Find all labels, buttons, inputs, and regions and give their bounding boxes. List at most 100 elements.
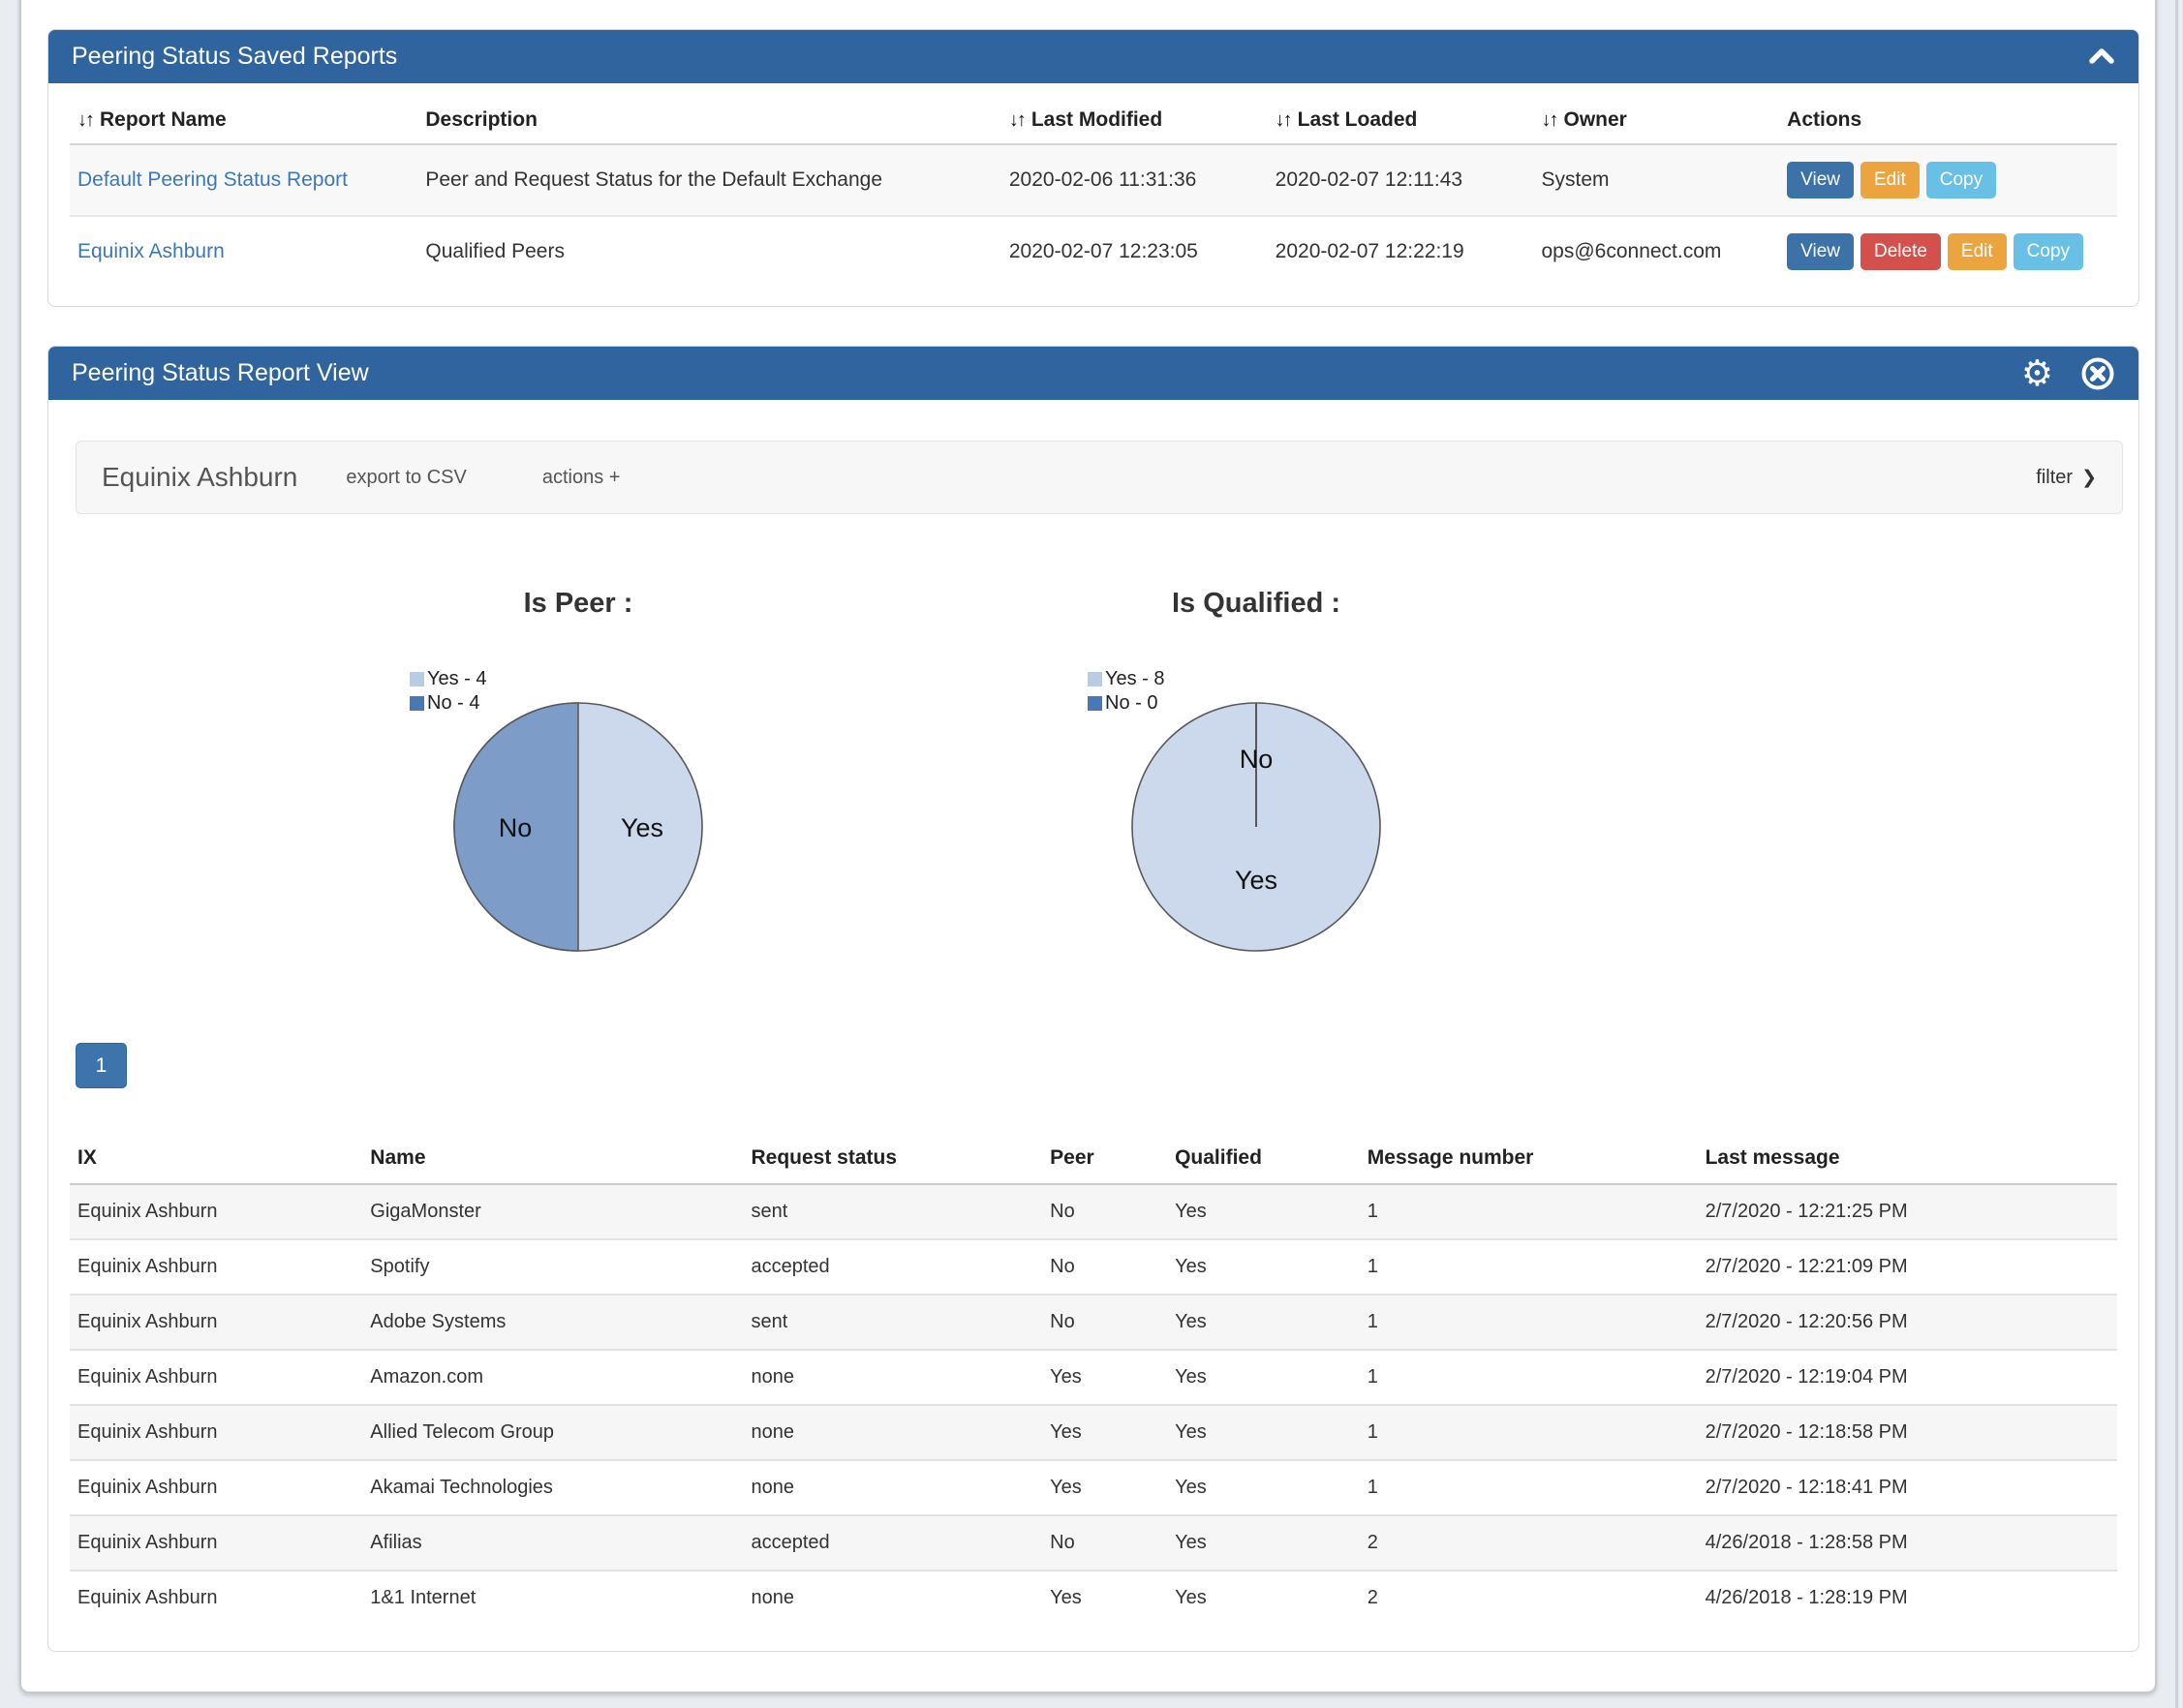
legend-item: Yes - 8	[1088, 667, 1165, 691]
column-header-last-modified[interactable]: ↓↑Last Modified	[1001, 93, 1268, 144]
cell-request-status: none	[744, 1405, 1043, 1460]
cell-ix: Equinix Ashburn	[70, 1460, 362, 1515]
column-label: Description	[425, 108, 538, 131]
column-header-peer: Peer	[1042, 1135, 1167, 1184]
column-header-qualified: Qualified	[1167, 1135, 1360, 1184]
filter-label: filter	[2036, 467, 2073, 489]
column-header-message-number: Message number	[1360, 1135, 1698, 1184]
column-header-last-loaded[interactable]: ↓↑ Last Loaded	[1268, 93, 1534, 144]
cell-message-number: 1	[1360, 1184, 1698, 1239]
view-button[interactable]: View	[1787, 233, 1854, 270]
cell-owner: ops@6connect.com	[1533, 216, 1779, 287]
filter-toggle[interactable]: filter ❯	[2036, 467, 2097, 489]
actions-menu-link[interactable]: actions +	[542, 467, 621, 489]
report-view-title: Peering Status Report View	[72, 359, 1994, 387]
cell-name: Adobe Systems	[362, 1295, 743, 1350]
cell-request-status: sent	[744, 1184, 1043, 1239]
legend-swatch	[410, 696, 424, 711]
cell-request-status: none	[744, 1350, 1043, 1405]
chart-title: Is Peer :	[239, 588, 917, 620]
sort-icon: ↓↑	[1541, 109, 1556, 131]
report-name-link[interactable]: Equinix Ashburn	[77, 240, 225, 262]
table-row: Equinix AshburnAmazon.comnoneYesYes12/7/…	[70, 1350, 2117, 1405]
column-label: Actions	[1787, 108, 1861, 131]
report-name-link[interactable]: Default Peering Status Report	[77, 168, 348, 191]
cell-owner: System	[1533, 144, 1779, 216]
table-row: Equinix AshburnGigaMonstersentNoYes12/7/…	[70, 1184, 2117, 1239]
cell-last-message: 2/7/2020 - 12:21:09 PM	[1698, 1239, 2117, 1295]
cell-peer: Yes	[1042, 1350, 1167, 1405]
gear-icon[interactable]: ⚙	[2021, 355, 2053, 391]
column-header-owner[interactable]: ↓↑ Owner	[1533, 93, 1779, 144]
cell-message-number: 2	[1360, 1571, 1698, 1625]
cell-message-number: 1	[1360, 1460, 1698, 1515]
cell-last-message: 2/7/2020 - 12:19:04 PM	[1698, 1350, 2117, 1405]
copy-button[interactable]: Copy	[1926, 162, 1996, 198]
table-row: Equinix AshburnAdobe SystemssentNoYes12/…	[70, 1295, 2117, 1350]
collapse-chevron-up-icon[interactable]	[2088, 47, 2115, 66]
close-circle-icon[interactable]	[2080, 356, 2115, 391]
cell-ix: Equinix Ashburn	[70, 1405, 362, 1460]
is-peer-chart: Is Peer : Yes - 4No - 4 NoYes	[239, 588, 917, 1043]
cell-ix: Equinix Ashburn	[70, 1571, 362, 1625]
report-view-header: Peering Status Report View ⚙	[48, 347, 2138, 400]
column-header-actions: Actions	[1779, 93, 2117, 144]
legend-swatch	[1088, 696, 1102, 711]
column-header-report-name[interactable]: ↓↑Report Name	[70, 93, 417, 144]
column-header-description: Description	[417, 93, 1000, 144]
cell-name: Allied Telecom Group	[362, 1405, 743, 1460]
legend-label: Yes - 4	[427, 668, 487, 690]
cell-request-status: none	[744, 1460, 1043, 1515]
cell-qualified: Yes	[1167, 1571, 1360, 1625]
content-container: Peering Status Saved Reports ↓↑Report Na…	[19, 0, 2157, 1693]
cell-last-message: 4/26/2018 - 1:28:58 PM	[1698, 1515, 2117, 1571]
column-header-request-status: Request status	[744, 1135, 1043, 1184]
table-row: Equinix AshburnSpotifyacceptedNoYes12/7/…	[70, 1239, 2117, 1295]
table-row: Equinix AshburnQualified Peers2020-02-07…	[70, 216, 2117, 287]
delete-button[interactable]: Delete	[1860, 233, 1941, 270]
edit-button[interactable]: Edit	[1948, 233, 2007, 270]
cell-qualified: Yes	[1167, 1184, 1360, 1239]
cell-last-loaded: 2020-02-07 12:11:43	[1268, 144, 1534, 216]
saved-reports-body: ↓↑Report NameDescription↓↑Last Modified↓…	[48, 93, 2138, 287]
cell-qualified: Yes	[1167, 1460, 1360, 1515]
cell-ix: Equinix Ashburn	[70, 1239, 362, 1295]
peers-table: IXNameRequest statusPeerQualifiedMessage…	[70, 1135, 2117, 1625]
cell-peer: No	[1042, 1184, 1167, 1239]
cell-name: Spotify	[362, 1239, 743, 1295]
view-button[interactable]: View	[1787, 162, 1854, 198]
cell-last-loaded: 2020-02-07 12:22:19	[1268, 216, 1534, 287]
column-label: Owner	[1563, 108, 1626, 131]
cell-request-status: accepted	[744, 1239, 1043, 1295]
cell-report-name: Default Peering Status Report	[70, 144, 417, 216]
cell-peer: No	[1042, 1515, 1167, 1571]
cell-qualified: Yes	[1167, 1515, 1360, 1571]
page-button-1[interactable]: 1	[76, 1043, 127, 1088]
legend-label: Yes - 8	[1105, 668, 1165, 690]
table-row: Default Peering Status ReportPeer and Re…	[70, 144, 2117, 216]
saved-reports-table: ↓↑Report NameDescription↓↑Last Modified↓…	[70, 93, 2117, 287]
cell-message-number: 1	[1360, 1239, 1698, 1295]
report-view-body: Equinix Ashburn export to CSV actions + …	[48, 441, 2138, 1625]
cell-name: Amazon.com	[362, 1350, 743, 1405]
sort-icon: ↓↑	[1276, 109, 1291, 131]
chart-title: Is Qualified :	[917, 588, 1595, 620]
cell-last-message: 2/7/2020 - 12:18:41 PM	[1698, 1460, 2117, 1515]
is-qualified-chart: Is Qualified : Yes - 8No - 0 NoYes	[917, 588, 1595, 1043]
cell-last-message: 4/26/2018 - 1:28:19 PM	[1698, 1571, 2117, 1625]
column-label: Last Loaded	[1298, 108, 1418, 131]
cell-ix: Equinix Ashburn	[70, 1295, 362, 1350]
copy-button[interactable]: Copy	[2014, 233, 2083, 270]
right-edge-divider	[2175, 0, 2178, 1708]
legend-swatch	[1088, 672, 1102, 686]
pie-label-yes: Yes	[621, 813, 663, 842]
sort-icon: ↓↑	[1009, 109, 1025, 131]
export-csv-link[interactable]: export to CSV	[346, 467, 467, 489]
edit-button[interactable]: Edit	[1860, 162, 1920, 198]
report-toolbar: Equinix Ashburn export to CSV actions + …	[76, 441, 2123, 514]
cell-qualified: Yes	[1167, 1405, 1360, 1460]
cell-request-status: sent	[744, 1295, 1043, 1350]
cell-message-number: 1	[1360, 1295, 1698, 1350]
cell-ix: Equinix Ashburn	[70, 1184, 362, 1239]
pie-label-no: No	[1240, 745, 1274, 774]
